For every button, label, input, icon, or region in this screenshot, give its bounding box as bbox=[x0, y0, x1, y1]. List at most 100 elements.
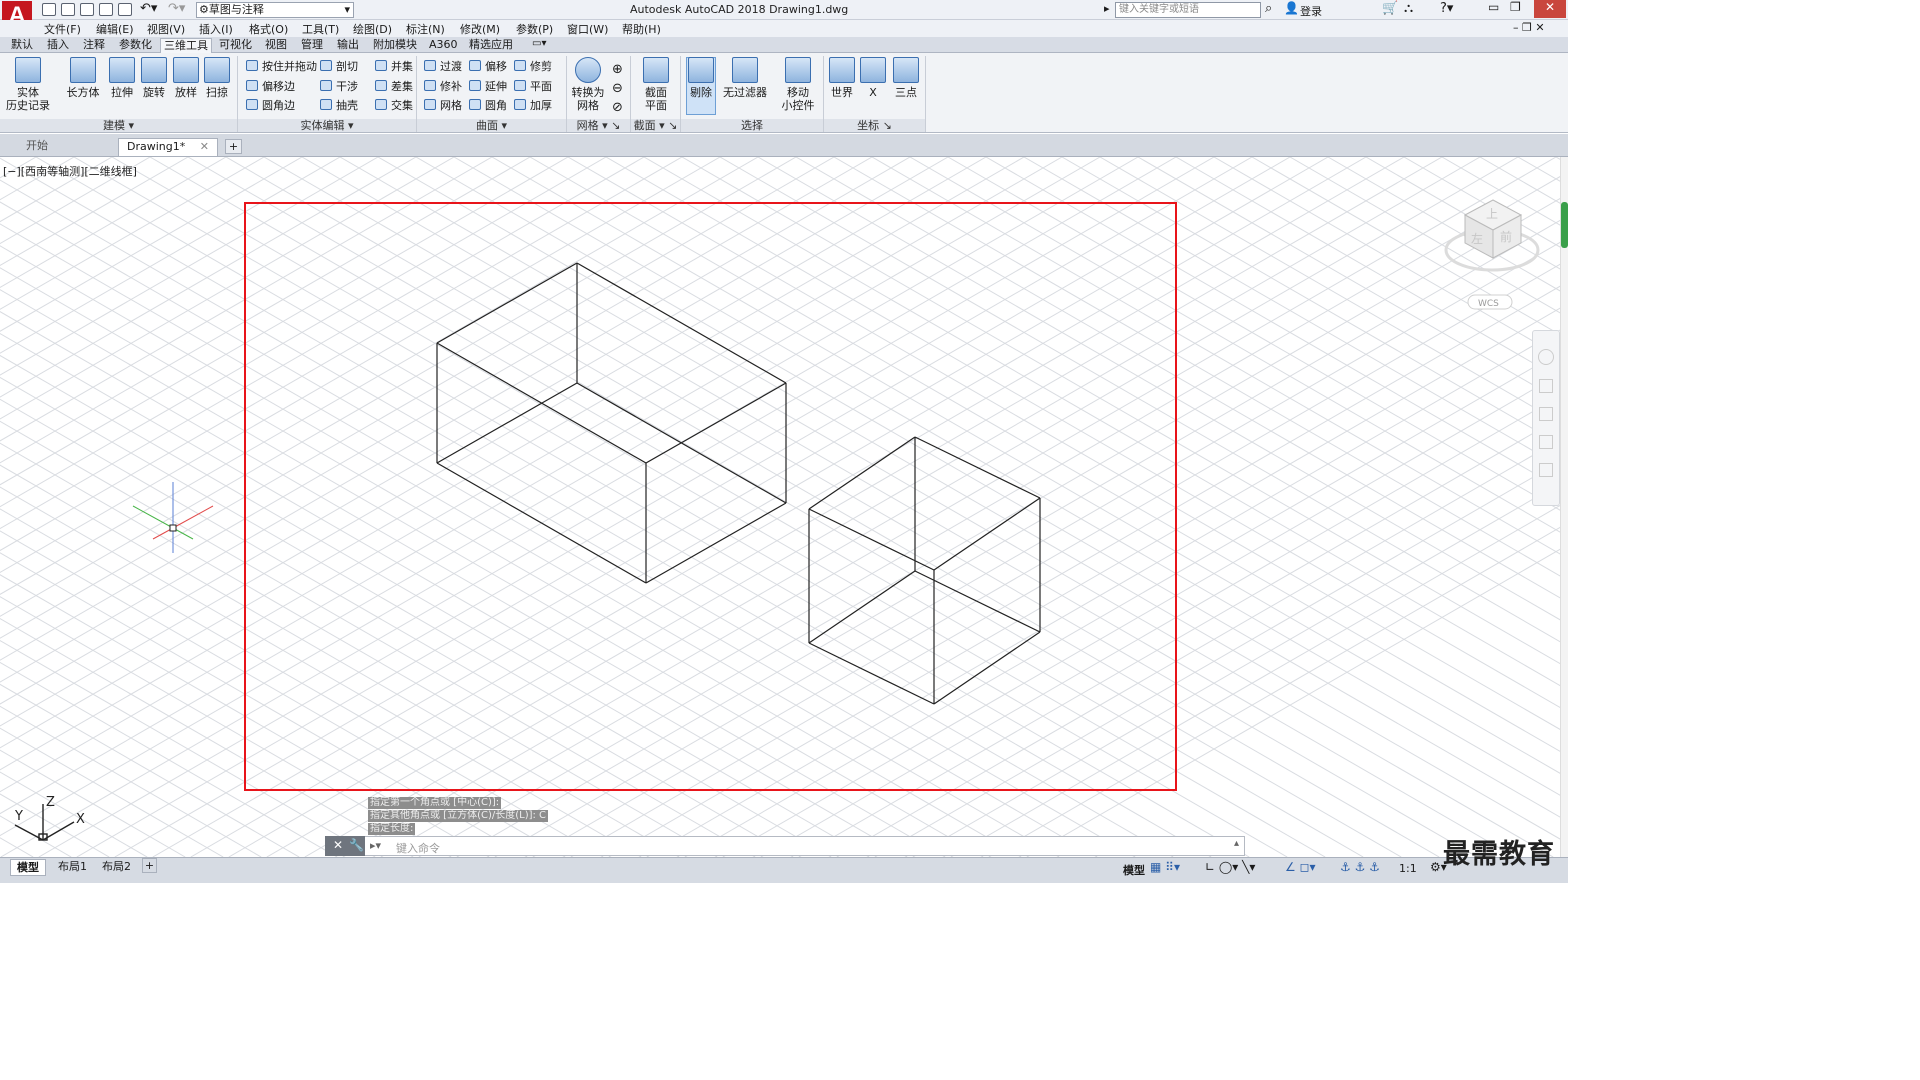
surface-network-button[interactable]: 网格 bbox=[424, 98, 462, 114]
layout-tab-model[interactable]: 模型 bbox=[10, 859, 46, 876]
binoculars-icon[interactable]: ⌕ bbox=[1265, 1, 1272, 16]
panel-title-section[interactable]: 截面 ▾ ↘ bbox=[631, 119, 680, 132]
culling-button[interactable]: 剔除 bbox=[686, 57, 716, 99]
tab-featured-apps[interactable]: 精选应用 bbox=[466, 38, 516, 52]
tab-start[interactable]: 开始 bbox=[18, 138, 118, 156]
sweep-button[interactable]: 扫掠 bbox=[201, 57, 233, 99]
print-icon[interactable] bbox=[118, 3, 132, 16]
tab-parametric[interactable]: 参数化 bbox=[116, 38, 155, 52]
intersect-button[interactable]: 交集 bbox=[375, 98, 413, 114]
menu-draw[interactable]: 绘图(D) bbox=[353, 21, 392, 37]
menu-help[interactable]: 帮助(H) bbox=[622, 21, 661, 37]
steering-wheel-icon[interactable] bbox=[1538, 349, 1554, 365]
tab-3d-tools[interactable]: 三维工具 bbox=[160, 38, 212, 54]
solid-history-button[interactable]: 实体 历史记录 bbox=[6, 57, 50, 112]
annotation-visibility-icon[interactable]: ⚓ ⚓ ⚓ bbox=[1340, 860, 1380, 874]
surface-patch-button[interactable]: 修补 bbox=[424, 79, 462, 95]
workspace-selector[interactable]: ⚙草图与注释 ▾ bbox=[196, 2, 354, 18]
tab-manage[interactable]: 管理 bbox=[298, 38, 326, 52]
doc-window-controls[interactable]: – ❐ ✕ bbox=[1513, 21, 1545, 34]
menu-parametric[interactable]: 参数(P) bbox=[516, 21, 553, 37]
orbit-icon[interactable] bbox=[1539, 435, 1553, 449]
tab-drawing1[interactable]: Drawing1* ✕ bbox=[118, 138, 218, 156]
surface-blend-button[interactable]: 过渡 bbox=[424, 59, 462, 75]
model-space-toggle[interactable]: 模型 bbox=[1123, 862, 1145, 878]
search-expand-icon[interactable]: ▸ bbox=[1104, 2, 1110, 15]
menu-view[interactable]: 视图(V) bbox=[147, 21, 185, 37]
presspull-button[interactable]: 按住并拖动 bbox=[246, 59, 317, 75]
menu-format[interactable]: 格式(O) bbox=[249, 21, 288, 37]
navigation-bar[interactable] bbox=[1532, 330, 1560, 506]
vertical-scrollbar[interactable] bbox=[1560, 157, 1568, 857]
close-button[interactable]: ✕ bbox=[1534, 0, 1566, 18]
zoom-icon[interactable] bbox=[1539, 407, 1553, 421]
tab-addins[interactable]: 附加模块 bbox=[370, 38, 420, 52]
ortho-icon[interactable]: ∟ ◯▾ ╲▾ bbox=[1205, 860, 1255, 874]
tab-a360[interactable]: A360 bbox=[426, 38, 461, 52]
undo-icon[interactable]: ↶▾ bbox=[140, 1, 157, 16]
box-button[interactable]: 长方体 bbox=[66, 57, 100, 99]
menu-insert[interactable]: 插入(I) bbox=[199, 21, 233, 37]
surface-thicken-button[interactable]: 加厚 bbox=[514, 98, 552, 114]
menu-tools[interactable]: 工具(T) bbox=[302, 21, 339, 37]
a360-icon[interactable]: ⛬ bbox=[1404, 1, 1413, 16]
showmotion-icon[interactable] bbox=[1539, 463, 1553, 477]
mesh-tools-icons[interactable]: ⊕ ⊖ ⊘ bbox=[612, 60, 623, 117]
save-icon[interactable] bbox=[80, 3, 94, 16]
layout-tab-2[interactable]: 布局2 bbox=[96, 859, 137, 876]
section-plane-button[interactable]: 截面 平面 bbox=[638, 57, 674, 112]
search-input[interactable]: 键入关键字或短语 bbox=[1115, 2, 1261, 18]
close-tab-icon[interactable]: ✕ bbox=[200, 139, 209, 155]
ucs-x-button[interactable]: X bbox=[860, 57, 886, 99]
grid-display-icon[interactable]: ▦ ⠿▾ bbox=[1150, 860, 1180, 874]
ucs-3point-button[interactable]: 三点 bbox=[892, 57, 920, 99]
snap-tracking-icon[interactable]: ∠ ◻▾ bbox=[1285, 860, 1316, 874]
no-filter-button[interactable]: 无过滤器 bbox=[722, 57, 768, 99]
redo-icon[interactable]: ↷▾ bbox=[168, 1, 185, 16]
restore-button[interactable]: ❐ bbox=[1510, 0, 1521, 14]
panel-title-solid-edit[interactable]: 实体编辑 ▾ bbox=[238, 119, 416, 132]
panel-title-coordinates[interactable]: 坐标 ↘ bbox=[824, 119, 925, 132]
interfere-button[interactable]: 干涉 bbox=[320, 79, 358, 95]
scrollbar-thumb[interactable] bbox=[1561, 202, 1568, 248]
add-layout-button[interactable]: + bbox=[142, 858, 157, 873]
tab-visualize[interactable]: 可视化 bbox=[216, 38, 255, 52]
surface-offset-button[interactable]: 偏移 bbox=[469, 59, 507, 75]
panel-title-modeling[interactable]: 建模 ▾ bbox=[0, 119, 237, 132]
slice-button[interactable]: 剖切 bbox=[320, 59, 358, 75]
tab-output[interactable]: 输出 bbox=[334, 38, 362, 52]
surface-fillet-button[interactable]: 圆角 bbox=[469, 98, 507, 114]
close-command-icon[interactable]: ✕ bbox=[333, 838, 343, 852]
surface-extend-button[interactable]: 延伸 bbox=[469, 79, 507, 95]
new-tab-button[interactable]: + bbox=[225, 139, 242, 154]
new-icon[interactable] bbox=[42, 3, 56, 16]
panel-title-selection[interactable]: 选择 bbox=[681, 119, 823, 132]
layout-tab-1[interactable]: 布局1 bbox=[52, 859, 93, 876]
tab-insert[interactable]: 插入 bbox=[44, 38, 72, 52]
move-gizmo-button[interactable]: 移动 小控件 bbox=[778, 57, 818, 112]
panel-title-mesh[interactable]: 网格 ▾ ↘ bbox=[567, 119, 630, 132]
command-history-toggle[interactable]: ▴ bbox=[1234, 838, 1239, 849]
cart-icon[interactable]: 🛒 bbox=[1382, 1, 1398, 16]
customize-command-icon[interactable]: 🔧 bbox=[349, 838, 364, 852]
loft-button[interactable]: 放样 bbox=[170, 57, 202, 99]
convert-to-mesh-button[interactable]: 转换为 网格 bbox=[570, 57, 606, 112]
minimize-button[interactable]: ▭ bbox=[1488, 0, 1499, 14]
subtract-button[interactable]: 差集 bbox=[375, 79, 413, 95]
tab-annotate[interactable]: 注释 bbox=[80, 38, 108, 52]
menu-edit[interactable]: 编辑(E) bbox=[96, 21, 134, 37]
annotation-scale[interactable]: 1:1 bbox=[1399, 862, 1417, 875]
open-icon[interactable] bbox=[61, 3, 75, 16]
user-icon[interactable]: 👤 bbox=[1284, 1, 1299, 15]
revolve-button[interactable]: 旋转 bbox=[138, 57, 170, 99]
pan-icon[interactable] bbox=[1539, 379, 1553, 393]
menu-dimension[interactable]: 标注(N) bbox=[406, 21, 445, 37]
union-button[interactable]: 并集 bbox=[375, 59, 413, 75]
viewport-label[interactable]: [−][西南等轴测][二维线框] bbox=[3, 163, 137, 179]
login-button[interactable]: 登录 bbox=[1300, 3, 1322, 19]
surface-trim-button[interactable]: 修剪 bbox=[514, 59, 552, 75]
fillet-edge-button[interactable]: 圆角边 bbox=[246, 98, 295, 114]
panel-title-surface[interactable]: 曲面 ▾ bbox=[417, 119, 566, 132]
ucs-world-button[interactable]: 世界 bbox=[828, 57, 856, 99]
extrude-button[interactable]: 拉伸 bbox=[106, 57, 138, 99]
